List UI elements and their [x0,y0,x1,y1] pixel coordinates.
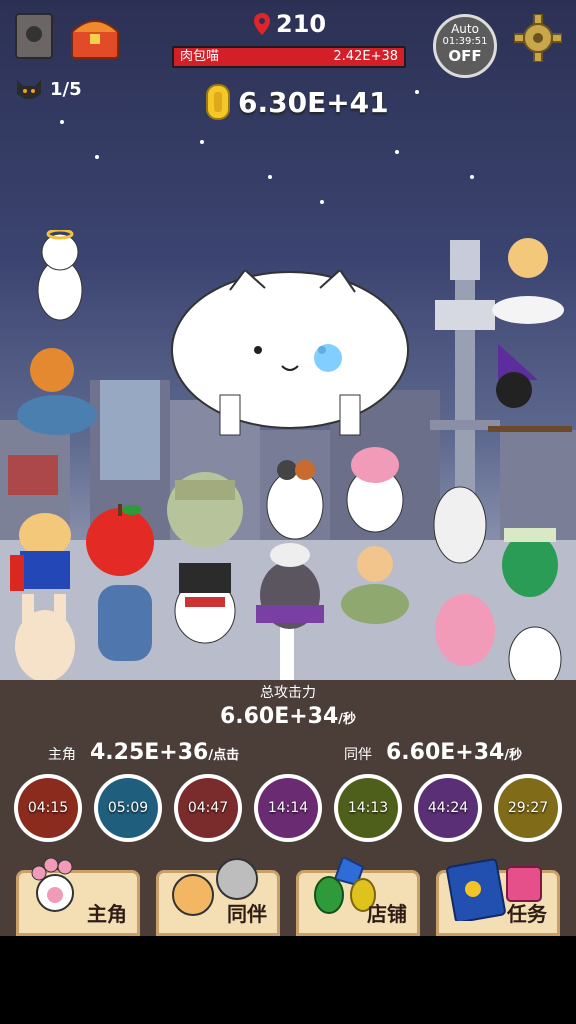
star [395,150,399,154]
black-cat-icon [17,80,41,99]
total-attack-value: 6.60E+34/秒 [219,704,357,729]
skill-slot[interactable]: 05:09 [94,774,162,842]
coin-counter: 6.30E+41 [206,84,389,120]
skill-row: 04:15 05:09 04:47 14:14 14:13 44:24 29:2… [14,774,562,842]
companion-attack: 同伴 6.60E+34/秒 [344,740,522,765]
skill-icon: 04:47 [178,778,238,838]
gear-icon[interactable] [513,13,563,66]
cloud-rider-cat[interactable] [488,228,568,328]
star [470,175,474,179]
nav-shop-label: 店铺 [367,902,407,926]
bottom-nav: 主角 同伴 店铺 任务 [0,856,576,936]
cat-count-text: 1/5 [50,78,82,100]
pink-bear-cat[interactable] [430,580,500,670]
skill-slot[interactable]: 04:47 [174,774,242,842]
skill-icon: 05:09 [98,778,158,838]
skill-timer: 14:14 [267,800,309,816]
cupid-cat[interactable] [12,230,102,330]
coin-amount: 6.30E+41 [238,85,389,119]
robot-cat[interactable] [90,575,160,665]
auto-timer: 01:39:51 [442,36,488,47]
paw-icon [31,857,74,912]
hero-attack-value: 4.25E+36/点击 [90,740,240,765]
skill-timer: 44:24 [427,800,469,816]
frog-hood-cat[interactable] [165,450,245,550]
mummy-cat[interactable] [430,475,490,565]
apple-cat[interactable] [80,500,160,580]
skill-timer: 29:27 [507,800,549,816]
skill-slot[interactable]: 14:14 [254,774,322,842]
skill-slot[interactable]: 44:24 [414,774,482,842]
bottom-bar [0,936,576,1024]
skill-timer: 04:47 [187,800,229,816]
nav-companion-button[interactable]: 同伴 [156,858,280,936]
map-pin-icon [254,13,270,35]
boss-bun-cat[interactable] [170,270,410,440]
skill-icon: 29:27 [498,778,558,838]
skill-slot[interactable]: 14:13 [334,774,402,842]
treasure-chest-icon[interactable] [70,14,120,60]
auto-state: OFF [448,47,482,65]
cat-counter[interactable]: 1/5 [14,76,82,102]
skill-icon: 14:13 [338,778,398,838]
skill-timer: 05:09 [107,800,149,816]
auto-toggle-button[interactable]: Auto 01:39:51 OFF [433,14,497,78]
nav-hero-label: 主角 [87,902,127,926]
skill-slot[interactable]: 04:15 [14,774,82,842]
companion-attack-label: 同伴 [344,747,372,763]
boss-hp-bar: 肉包喵 2.42E+38 [172,46,406,68]
star [60,120,64,124]
star [200,140,204,144]
skill-icon: 04:15 [18,778,78,838]
bowl-cat[interactable] [340,540,410,630]
king-cat[interactable] [250,535,330,635]
book-icon[interactable] [14,12,54,60]
calico-cat[interactable] [265,450,325,540]
star [95,155,99,159]
skill-timer: 04:15 [27,800,69,816]
star [320,200,324,204]
nav-hero-button[interactable]: 主角 [16,857,140,936]
boss-hp-value: 2.42E+38 [333,49,398,64]
nav-shop-button[interactable]: 店铺 [296,857,420,936]
total-attack-label: 总攻击力 [260,685,316,701]
fisher-cat[interactable] [12,340,102,440]
green-scarf-cat[interactable] [500,510,560,600]
skill-timer: 14:13 [347,800,389,816]
stage-indicator: 210 [254,10,326,38]
star [415,90,419,94]
skill-icon: 14:14 [258,778,318,838]
hero-attack: 主角 4.25E+36/点击 [48,740,239,765]
hero-attack-label: 主角 [48,747,76,763]
skill-icon: 44:24 [418,778,478,838]
star [268,175,272,179]
stage-number: 210 [276,10,327,38]
samurai-cat[interactable] [165,555,245,645]
pink-hair-cat[interactable] [345,445,405,535]
skill-slot[interactable]: 29:27 [494,774,562,842]
gold-coin-icon [206,84,230,120]
superhero-cat[interactable] [10,505,80,595]
auto-label: Auto [451,22,479,36]
nav-quest-label: 任务 [507,902,547,926]
nav-companion-label: 同伴 [227,902,267,926]
witch-cat[interactable] [478,340,574,440]
companion-attack-value: 6.60E+34/秒 [386,740,523,765]
boss-name: 肉包喵 [180,49,220,64]
nav-quest-button[interactable]: 任务 [436,858,560,936]
